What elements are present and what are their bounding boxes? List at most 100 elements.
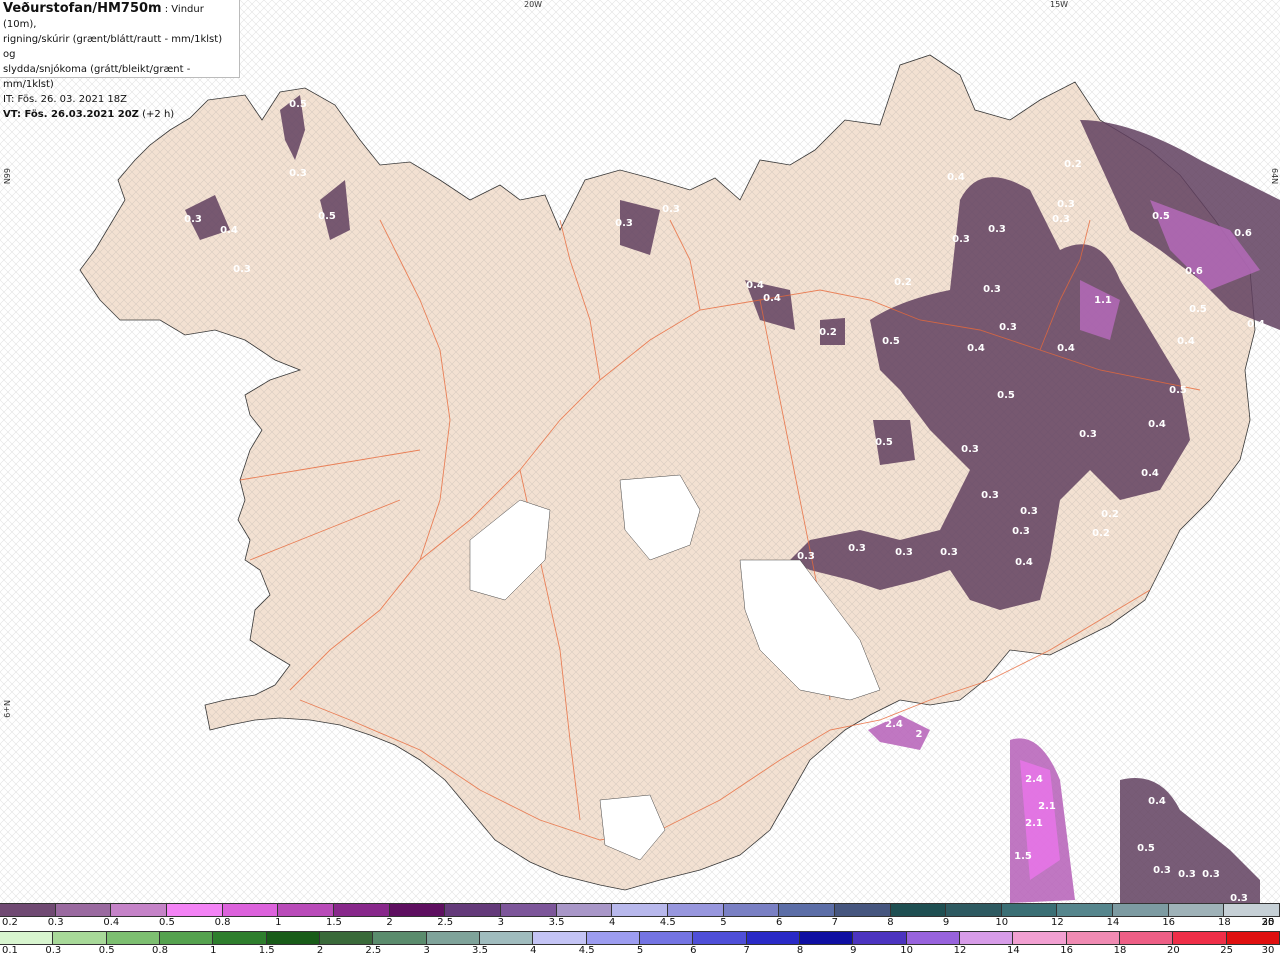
rain-legend-swatch [159, 932, 214, 944]
rain-legend-tick-label: 16 [1060, 945, 1074, 956]
snow-legend-tick-label: 0.4 [103, 917, 120, 928]
rain-legend-tick-label: 4.5 [578, 945, 595, 956]
lon-label-20w: 20W [524, 0, 543, 9]
precip-value-label: 0.5 [882, 336, 900, 347]
weather-map: 0.5 0.3 0.3 0.4 0.3 0.5 0.3 0.3 0.4 0.2 0.3 0.3 0.3 0… [0, 0, 1280, 903]
precip-value-label: 0.5 [997, 390, 1015, 401]
rain-legend-swatch [746, 932, 800, 944]
snow-legend-swatch [278, 904, 334, 916]
rain-legend-tick-label: 1.5 [258, 945, 275, 956]
precip-value-label: 0.2 [1064, 159, 1082, 170]
rain-legend-tick-label: 1 [210, 945, 217, 956]
snow-legend-swatch [723, 904, 780, 916]
precip-value-label: 0.6 [1234, 228, 1252, 239]
precip-value-label: 0.3 [233, 264, 251, 275]
snow-legend-tick-label: 5 [720, 917, 727, 928]
rain-legend-tick-label: 6 [690, 945, 697, 956]
precip-value-label: 0.5 [318, 211, 336, 222]
rain-legend-tick-label: 25 [1220, 945, 1234, 956]
snow-legend-swatch [0, 904, 56, 916]
precip-value-label: 0.5 [1137, 843, 1155, 854]
snow-legend-swatch [556, 904, 613, 916]
precip-value-label: 0.3 [961, 444, 979, 455]
precip-value-label: 0.3 [289, 168, 307, 179]
snow-legend-tick-label: 4.5 [659, 917, 676, 928]
precip-value-label: 0.3 [983, 284, 1001, 295]
forecast-desc-line2: rigning/skúrir (grænt/blátt/rautt - mm/1… [3, 34, 223, 60]
snow-legend-tick-label: 1.5 [325, 917, 342, 928]
rain-legend-swatch [1226, 932, 1280, 944]
snow-legend-swatch [500, 904, 557, 916]
precip-value-label: 0.3 [662, 204, 680, 215]
precip-value-label: 0.3 [952, 234, 970, 245]
rain-legend-swatch [266, 932, 320, 944]
snow-legend-tick-label: 6 [775, 917, 783, 928]
precip-value-label: 0.3 [999, 322, 1017, 333]
rain-legend-swatch [959, 932, 1014, 944]
snow-legend-swatch [166, 904, 223, 916]
rain-legend-tick-label: 10 [900, 945, 914, 956]
snow-legend-tick-label: 3.5 [548, 917, 565, 928]
snow-legend-tick-label: 18 [1217, 917, 1231, 928]
precip-value-label: 0.3 [988, 224, 1006, 235]
rain-legend-swatch [693, 932, 747, 944]
precip-value-label: 0.5 [1189, 304, 1207, 315]
rain-legend-swatch [106, 932, 160, 944]
precip-value-label: 0.3 [981, 490, 999, 501]
snow-legend-swatch [389, 904, 446, 916]
snow-legend-swatch [1113, 904, 1169, 916]
snow-legend-swatch [612, 904, 668, 916]
snow-legend-swatch [834, 904, 891, 916]
precip-value-label: 2.4 [1025, 774, 1043, 785]
precip-value-label: 0.2 [894, 277, 912, 288]
lon-label-15w: 15W [1050, 0, 1069, 9]
rain-legend-swatch [1173, 932, 1227, 944]
snow-legend-swatch [55, 904, 112, 916]
precip-value-label: 0.4 [967, 343, 985, 354]
precip-value-label: 0.3 [1012, 526, 1030, 537]
precip-value-label: 0.4 [763, 293, 781, 304]
precip-value-label: 0.4 [1148, 796, 1166, 807]
snow-legend-swatch [445, 904, 501, 916]
lat-label-right-top: 64N [1270, 168, 1279, 185]
rain-legend-swatch [1013, 932, 1067, 944]
rain-legend-tick-label: 3.5 [472, 945, 488, 956]
precip-value-label: 0.4 [1247, 319, 1265, 330]
precip-value-label: 0.5 [289, 99, 307, 110]
rain-legend-swatch [373, 932, 427, 944]
rain-legend-tick-label: 0.1 [2, 945, 18, 956]
snow-legend-swatch [333, 904, 390, 916]
precip-value-label: 1.5 [1014, 851, 1032, 862]
rain-legend-tick-label: 30 [1261, 945, 1275, 956]
snow-legend-tick-label: 9 [942, 917, 950, 928]
forecast-info-box: Veðurstofan/HM750m : Vindur (10m), rigni… [0, 0, 240, 120]
snow-legend-tick-label: 16 [1162, 917, 1176, 928]
precip-value-label: 0.3 [1052, 214, 1070, 225]
rain-legend-swatch [1119, 932, 1174, 944]
snow-legend-swatch [1057, 904, 1114, 916]
rain-legend-swatch [53, 932, 107, 944]
precip-value-label: 0.3 [1153, 865, 1171, 876]
rain-legend-swatch [479, 932, 534, 944]
precip-value-label: 0.3 [940, 547, 958, 558]
snow-legend-tick-label: 0.3 [47, 917, 64, 928]
rain-legend-swatch [533, 932, 587, 944]
rain-legend-tick-label: 2.5 [365, 945, 382, 956]
snow-legend-tick-label: 2 [386, 917, 393, 928]
precip-value-label: 0.3 [797, 551, 815, 562]
precip-value-label: 0.4 [746, 280, 764, 291]
precip-value-label: 2 [916, 729, 923, 740]
snow-legend-swatch [1001, 904, 1058, 916]
snow-legend-tick-label: 2.5 [437, 917, 454, 928]
rain-legend-swatch [319, 932, 374, 944]
snow-legend-swatch [667, 904, 724, 916]
rain-legend-tick-label: 0.5 [98, 945, 115, 956]
rain-legend-swatch [639, 932, 694, 944]
precip-value-label: 0.3 [848, 543, 866, 554]
rain-legend-tick-label: 5 [636, 945, 644, 956]
snow-legend-tick-label: 8 [887, 917, 894, 928]
precip-value-label: 0.3 [615, 218, 633, 229]
snow-legend-tick-label: 3 [497, 917, 505, 928]
precip-value-label: 0.4 [1057, 343, 1075, 354]
rain-legend-tick-label: 12 [953, 945, 967, 956]
